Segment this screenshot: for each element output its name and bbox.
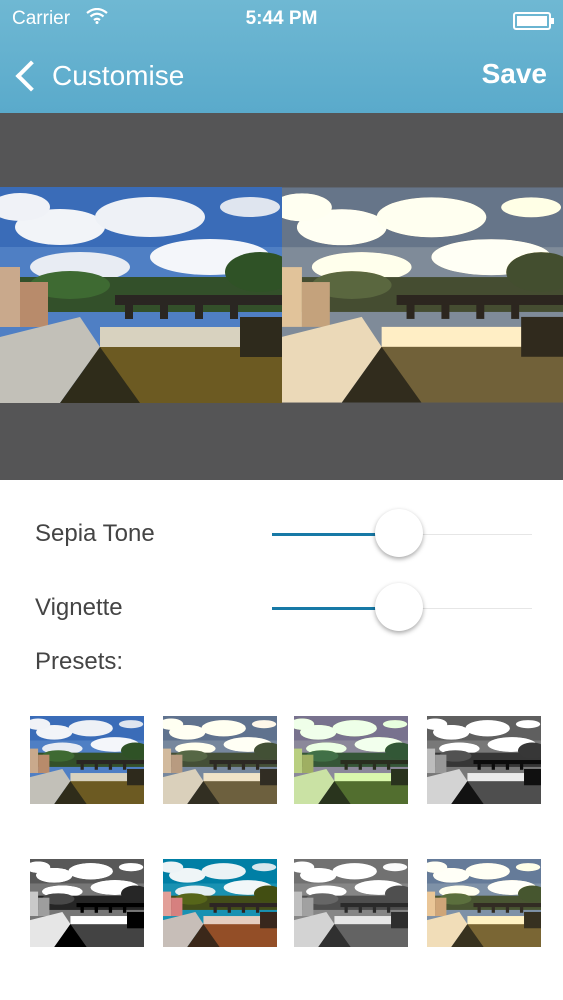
back-button[interactable]: Customise	[12, 56, 184, 96]
preset-thumbnail-6[interactable]	[163, 859, 277, 947]
presets-label: Presets:	[35, 648, 124, 675]
vignette-label: Vignette	[35, 594, 123, 621]
edited-photo	[282, 187, 563, 403]
preset-thumbnail-4[interactable]	[427, 716, 541, 804]
preset-thumbnail-8[interactable]	[427, 859, 541, 947]
vignette-slider[interactable]	[272, 579, 532, 639]
status-time: 5:44 PM	[245, 8, 318, 29]
preset-thumbnail-1[interactable]	[30, 716, 144, 804]
preset-thumbnail-5[interactable]	[30, 859, 144, 947]
sepia-tone-slider-thumb[interactable]	[375, 509, 423, 557]
save-button[interactable]: Save	[482, 58, 547, 90]
status-bar: Carrier 5:44 PM	[0, 6, 563, 32]
photo-preview-area	[0, 113, 563, 480]
preset-thumbnail-2[interactable]	[163, 716, 277, 804]
nav-title: Customise	[52, 60, 185, 91]
sepia-tone-slider[interactable]	[272, 505, 532, 565]
sepia-tone-label: Sepia Tone	[35, 520, 155, 547]
chevron-left-icon	[15, 60, 47, 92]
battery-icon	[513, 12, 554, 30]
vignette-slider-thumb[interactable]	[375, 583, 423, 631]
original-photo	[0, 187, 282, 403]
preset-thumbnail-7[interactable]	[294, 859, 408, 947]
navigation-header: Carrier 5:44 PM Customise Save	[0, 0, 563, 113]
preset-thumbnail-3[interactable]	[294, 716, 408, 804]
